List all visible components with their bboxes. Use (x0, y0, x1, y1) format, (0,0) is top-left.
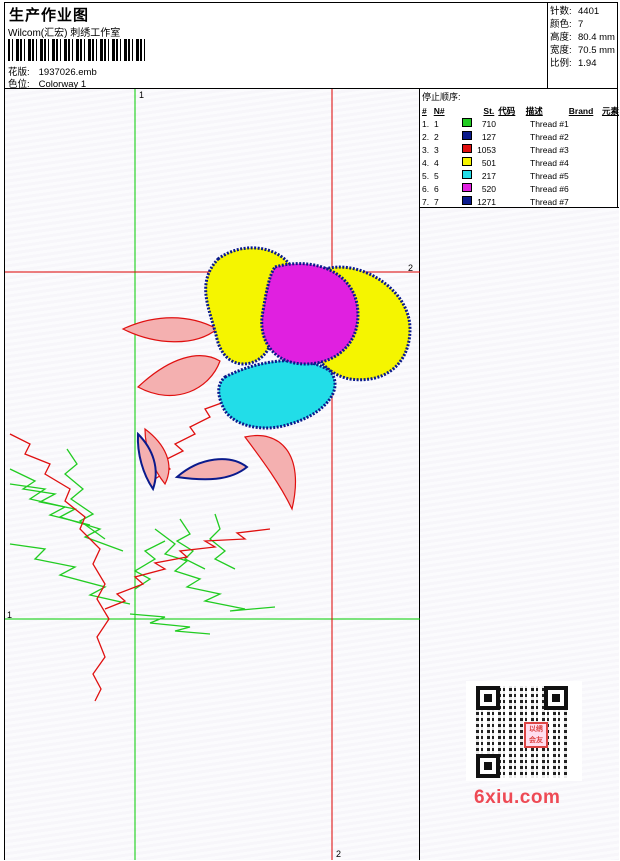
table-row: 3. 3 1053 Thread #3 (422, 143, 619, 156)
table-row: 6. 6 520 Thread #6 (422, 182, 619, 195)
color-swatch (462, 118, 472, 127)
col-hash: # (422, 105, 427, 116)
row-needle: 1 (434, 118, 439, 129)
row-num: 2. (422, 131, 430, 142)
row-needle: 3 (434, 144, 439, 155)
col-stitches: St. (483, 105, 495, 116)
seal-stamp: 以绣 会友 (524, 722, 548, 748)
col-needle: N# (433, 105, 445, 116)
watermark-brand: 6xiu.com (474, 787, 561, 808)
color-swatch (462, 144, 472, 153)
row-stitches: 1271 (477, 196, 496, 207)
row-stitches: 1053 (477, 144, 496, 155)
guide-label-green-top: 1 (139, 90, 145, 100)
table-row: 4. 4 501 Thread #4 (422, 156, 619, 169)
guide-label-green-left: 1 (7, 610, 13, 620)
row-desc: Thread #6 (530, 183, 569, 194)
color-swatch (462, 157, 472, 166)
row-desc: Thread #3 (530, 144, 569, 155)
row-needle: 7 (434, 196, 439, 207)
col-desc: 描述 (525, 105, 543, 116)
stat-width: 宽度: 70.5 mm (550, 45, 615, 56)
embroidery-preview (5, 89, 420, 860)
table-row: 2. 2 127 Thread #2 (422, 130, 619, 143)
row-desc: Thread #7 (530, 196, 569, 207)
qr-code: 以绣 会友 (476, 686, 568, 778)
col-code: 代码 (498, 105, 516, 116)
row-needle: 4 (434, 157, 439, 168)
colorway-label: 色位: (8, 79, 30, 90)
page-title: 生产作业图 (9, 7, 90, 24)
color-swatch (462, 183, 472, 192)
qr-watermark: 以绣 会友 (466, 681, 582, 781)
barcode (8, 39, 146, 61)
guide-label-red-bottom: 2 (336, 849, 342, 859)
color-swatch (462, 170, 472, 179)
row-stitches: 520 (481, 183, 496, 194)
col-element: 元素 (601, 105, 619, 116)
stop-sequence-rows: 1. 1 710 Thread #1 2. 2 127 Thread #2 3. 3 1053 Thr… (422, 117, 619, 208)
row-num: 1. (422, 118, 430, 129)
row-num: 3. (422, 144, 430, 155)
stat-stitches: 针数: 4401 (550, 6, 600, 17)
row-needle: 5 (434, 170, 439, 181)
stop-sequence-panel: 停止顺序: # N# St. 代码 描述 Brand 元素 1. 1 710 Thre… (420, 89, 619, 208)
table-row: 7. 7 1271 Thread #7 (422, 195, 619, 208)
row-num: 6. (422, 183, 430, 194)
row-stitches: 217 (481, 170, 496, 181)
guide-label-red-right: 2 (408, 263, 414, 273)
row-stitches: 127 (481, 131, 496, 142)
color-swatch (462, 196, 472, 205)
header-panel: 生产作业图 Wilcom(汇宏) 刺绣工作室 花版: 1937026.emb 色… (5, 3, 548, 90)
row-stitches: 501 (481, 157, 496, 168)
row-num: 7. (422, 196, 430, 207)
design-canvas: 1 1 2 2 (5, 89, 420, 860)
flower (204, 246, 412, 430)
col-brand: Brand (568, 105, 594, 116)
color-swatch (462, 131, 472, 140)
stat-colors: 颜色: 7 (550, 19, 584, 30)
row-num: 5. (422, 170, 430, 181)
row-desc: Thread #1 (530, 118, 569, 129)
table-row: 1. 1 710 Thread #1 (422, 117, 619, 130)
row-needle: 6 (434, 183, 439, 194)
stat-scale: 比例: 1.94 (550, 58, 597, 69)
table-row: 5. 5 217 Thread #5 (422, 169, 619, 182)
stop-sequence-header: # N# St. 代码 描述 Brand 元素 (422, 104, 619, 117)
row-stitches: 710 (481, 118, 496, 129)
stop-sequence-caption: 停止顺序: (422, 92, 461, 102)
company-name: Wilcom(汇宏) 刺绣工作室 (8, 28, 121, 39)
stat-height: 高度: 80.4 mm (550, 32, 615, 43)
stats-panel: 针数: 4401 颜色: 7 高度: 80.4 mm 宽度: 70.5 mm 比例: 1.… (548, 3, 617, 89)
row-desc: Thread #2 (530, 131, 569, 142)
row-desc: Thread #4 (530, 157, 569, 168)
row-desc: Thread #5 (530, 170, 569, 181)
row-num: 4. (422, 157, 430, 168)
colorway-row: 色位: Colorway 1 (8, 76, 86, 90)
row-needle: 2 (434, 131, 439, 142)
